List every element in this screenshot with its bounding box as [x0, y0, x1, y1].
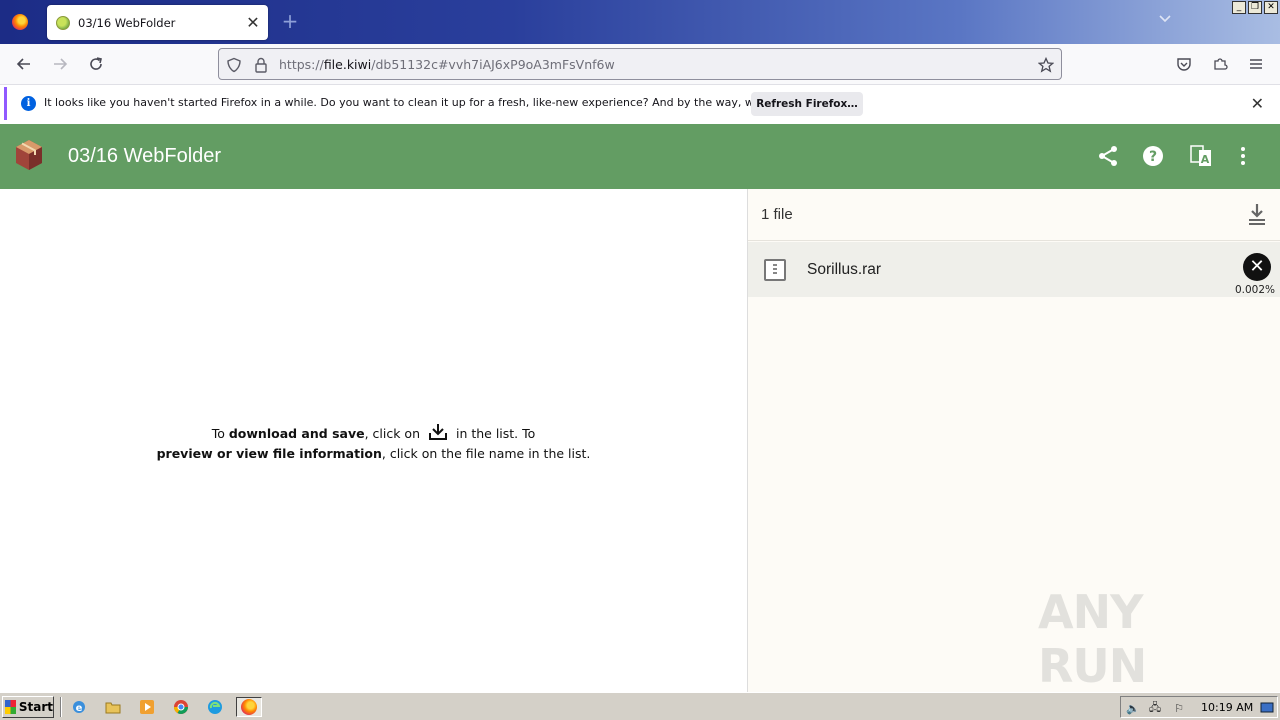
translate-icon[interactable]: A	[1189, 144, 1213, 168]
svg-text:A: A	[1201, 153, 1210, 166]
back-arrow-icon	[16, 58, 30, 70]
browser-tab[interactable]: 03/16 WebFolder ✕	[47, 5, 268, 40]
chrome-icon[interactable]	[170, 697, 192, 717]
forward-arrow-icon	[54, 58, 68, 70]
forward-button[interactable]	[48, 52, 72, 76]
preview-pane: To download and save, click on in the li…	[0, 189, 747, 692]
windows-flag-icon	[5, 700, 16, 714]
tab-title: 03/16 WebFolder	[78, 15, 176, 30]
app-header: 03/16 WebFolder ? A	[0, 124, 1280, 189]
volume-icon[interactable]: 🔈	[1125, 700, 1141, 716]
new-tab-button[interactable]: +	[280, 11, 300, 32]
download-all-icon[interactable]	[1247, 202, 1267, 226]
start-button[interactable]: Start	[2, 696, 54, 718]
network-icon[interactable]: 🖧	[1147, 700, 1163, 716]
reload-button[interactable]	[84, 52, 108, 76]
bookmark-star-icon[interactable]	[1037, 56, 1055, 74]
tracking-protection-shield-icon[interactable]	[225, 56, 243, 74]
system-tray: 🔈 🖧 ⚐ 10:19 AM	[1120, 696, 1278, 718]
firefox-menu-button[interactable]	[0, 0, 40, 44]
file-name[interactable]: Sorillus.rar	[807, 261, 881, 279]
file-explorer-icon[interactable]	[102, 697, 124, 717]
close-window-button[interactable]: ✕	[1264, 1, 1278, 14]
show-desktop-icon[interactable]	[1259, 700, 1275, 716]
window-controls: _ ❐ ✕	[1232, 1, 1278, 14]
more-vertical-icon[interactable]	[1231, 144, 1255, 168]
action-center-flag-icon[interactable]: ⚐	[1171, 700, 1187, 716]
url-text: https://file.kiwi/db51132c#vvh7iAJ6xP9oA…	[279, 57, 615, 72]
refresh-firefox-notification: i It looks like you haven't started Fire…	[4, 87, 1276, 120]
instructions-text: To download and save, click on in the li…	[0, 423, 747, 464]
list-item[interactable]: Sorillus.rar ✕ 0.002%	[748, 242, 1280, 297]
internet-explorer-icon[interactable]: e	[68, 697, 90, 717]
navigation-bar: https://file.kiwi/db51132c#vvh7iAJ6xP9oA…	[0, 44, 1280, 85]
edge-icon[interactable]	[204, 697, 226, 717]
minimize-button[interactable]: _	[1232, 1, 1246, 14]
svg-text:e: e	[76, 703, 83, 714]
extensions-icon[interactable]	[1208, 52, 1232, 76]
notification-close-icon[interactable]: ✕	[1251, 94, 1264, 113]
windows-taskbar: Start e 🔈 🖧 ⚐ 10:19 AM	[0, 692, 1280, 720]
start-label: Start	[18, 700, 53, 714]
restore-button[interactable]: ❐	[1248, 1, 1262, 14]
info-icon: i	[21, 96, 36, 111]
archive-file-icon	[764, 259, 786, 281]
back-button[interactable]	[12, 52, 36, 76]
kiwi-favicon-icon	[56, 15, 70, 30]
lock-icon[interactable]	[252, 56, 270, 74]
clock[interactable]: 10:19 AM	[1201, 701, 1253, 714]
download-icon	[428, 424, 447, 440]
pocket-icon[interactable]	[1172, 52, 1196, 76]
page-title: 03/16 WebFolder	[68, 145, 222, 167]
file-count-row: 1 file	[748, 189, 1280, 241]
list-all-tabs-chevron-icon[interactable]	[1158, 12, 1172, 28]
url-bar[interactable]: https://file.kiwi/db51132c#vvh7iAJ6xP9oA…	[218, 48, 1062, 80]
help-icon[interactable]: ?	[1141, 144, 1165, 168]
hamburger-menu-icon[interactable]	[1244, 52, 1268, 76]
media-player-icon[interactable]	[136, 697, 158, 717]
taskbar-separator	[60, 697, 62, 717]
firefox-icon	[12, 14, 28, 30]
reload-icon	[90, 57, 102, 70]
box-logo-icon	[16, 140, 42, 170]
file-count: 1 file	[761, 206, 793, 223]
share-icon[interactable]	[1096, 144, 1120, 168]
cancel-upload-icon[interactable]: ✕	[1243, 253, 1271, 281]
anyrun-watermark: ANY RUN	[1038, 585, 1147, 693]
tab-close-icon[interactable]: ✕	[243, 13, 263, 33]
firefox-icon	[241, 699, 257, 715]
notification-text: It looks like you haven't started Firefo…	[44, 96, 828, 109]
upload-progress: 0.002%	[1234, 284, 1275, 296]
svg-text:?: ?	[1149, 149, 1157, 165]
firefox-taskbar-icon[interactable]	[236, 697, 262, 717]
browser-tab-bar: 03/16 WebFolder ✕ + _ ❐ ✕	[0, 0, 1280, 44]
refresh-firefox-button[interactable]: Refresh Firefox…	[751, 92, 863, 116]
